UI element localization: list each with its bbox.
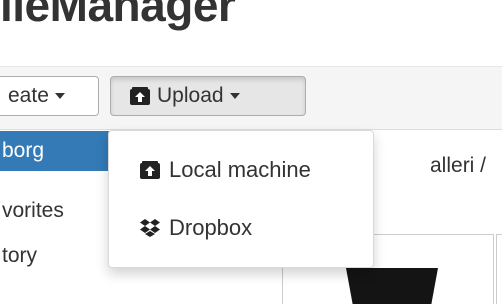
menu-item-local-machine[interactable]: Local machine <box>109 145 373 195</box>
menu-item-dropbox[interactable]: Dropbox <box>109 203 373 253</box>
toolbar: eate Upload <box>0 66 502 130</box>
sidebar-item-label: borg <box>2 139 45 162</box>
upload-button[interactable]: Upload <box>110 76 306 116</box>
create-button-label: eate <box>8 84 49 107</box>
gallery-panel-edge <box>496 234 502 304</box>
create-button[interactable]: eate <box>0 76 99 116</box>
menu-item-label: Local machine <box>169 157 311 182</box>
upload-button-label: Upload <box>157 84 224 107</box>
sidebar-item-label: tory <box>2 244 38 267</box>
dropbox-icon <box>140 219 160 237</box>
upload-box-icon <box>140 161 160 179</box>
app-title: ileManager <box>0 0 236 31</box>
chevron-down-icon <box>54 93 65 99</box>
upload-box-icon <box>130 87 150 105</box>
upload-dropdown-menu: Local machine Dropbox <box>108 130 374 268</box>
breadcrumb[interactable]: alleri / <box>430 154 486 178</box>
gallery-thumbnail[interactable] <box>346 268 438 304</box>
toolbar-divider <box>0 66 502 67</box>
menu-item-label: Dropbox <box>169 215 253 240</box>
chevron-down-icon <box>229 93 240 99</box>
sidebar-item-label: vorites <box>2 199 64 222</box>
